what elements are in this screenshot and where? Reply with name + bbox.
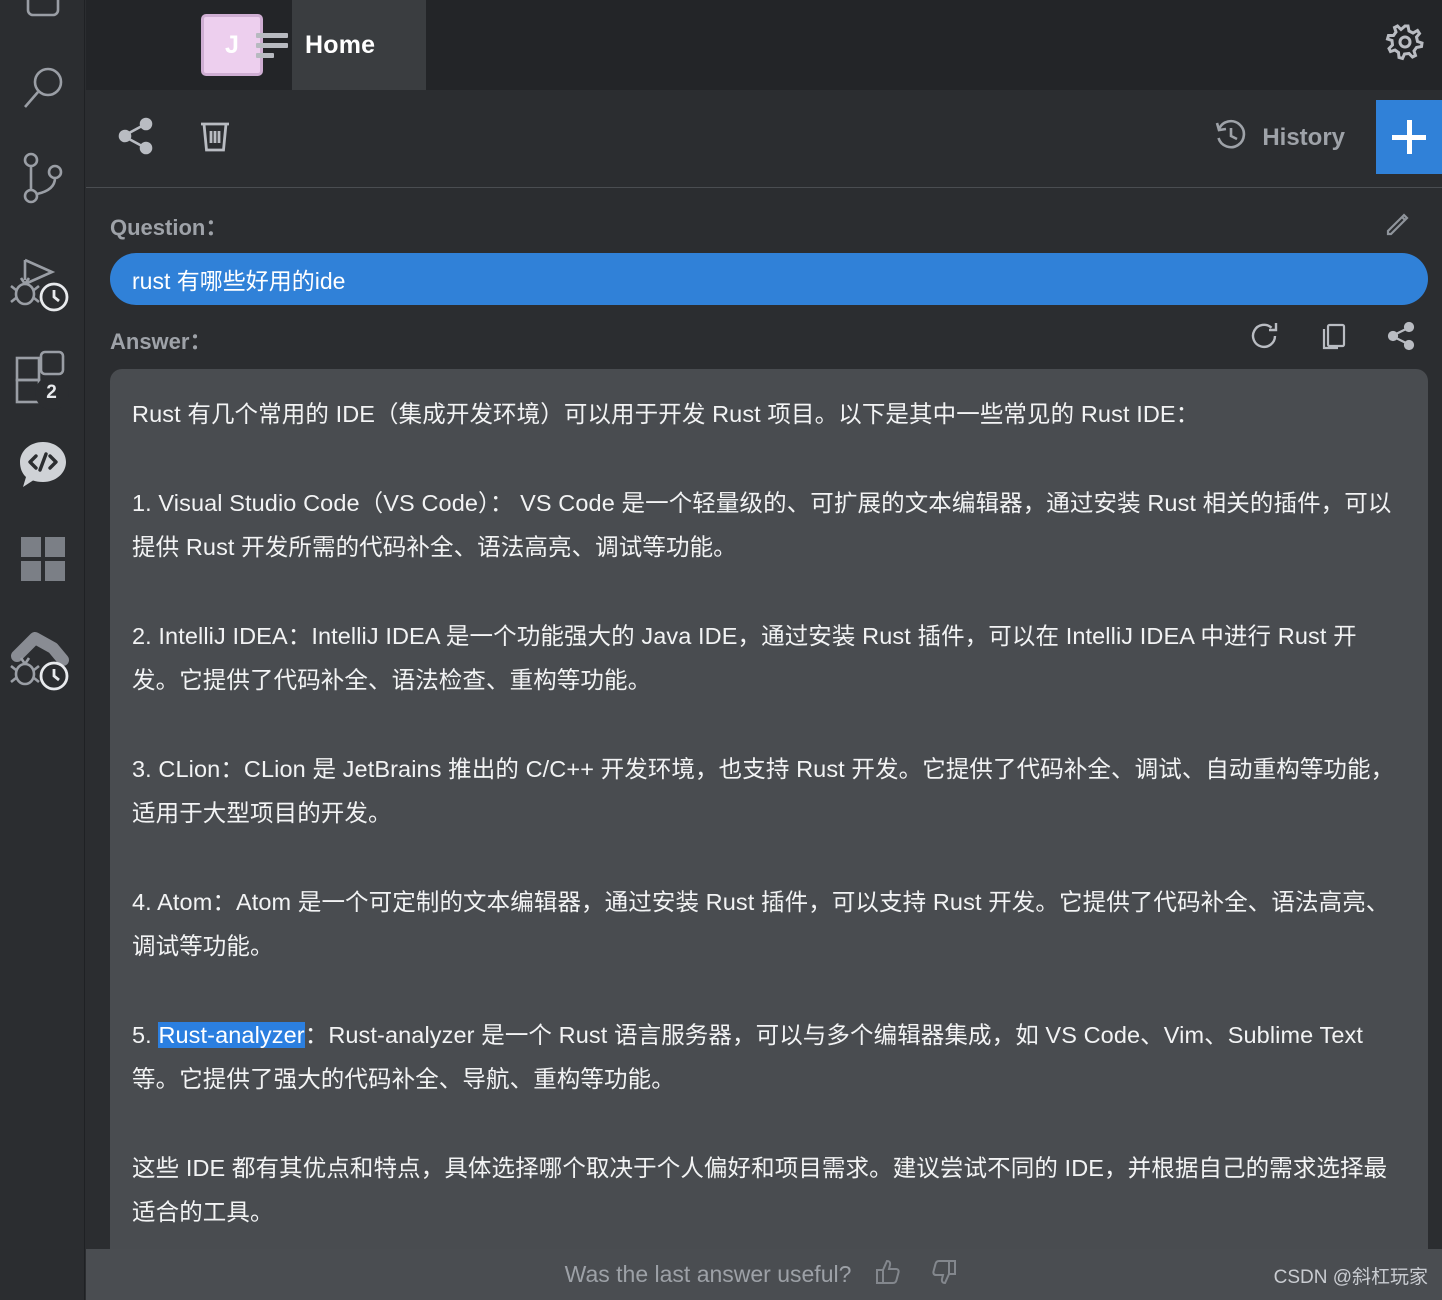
sidebar-item-project[interactable] [0,0,85,36]
feedback-bar: Was the last answer useful? [86,1249,1442,1300]
trash-icon [193,114,237,163]
share-answer-button[interactable] [1380,317,1422,359]
copy-icon [1317,320,1349,357]
sidebar-item-plugins[interactable]: 2 [0,336,85,416]
app-window: 2 J Home History Question： rust 有哪些好用的id… [0,0,1442,1300]
sidebar-item-search[interactable] [0,50,85,130]
answer-paragraph: 1. Visual Studio Code（VS Code）： VS Code … [132,489,1392,561]
history-label: History [1262,124,1345,151]
question-header: Question： [110,202,1428,250]
question-label: Question： [110,215,228,240]
edit-question-button[interactable] [1378,206,1418,246]
feedback-prompt: Was the last answer useful? [564,1261,852,1287]
question-text[interactable]: rust 有哪些好用的ide [110,253,1428,305]
history-button[interactable]: History [1214,112,1345,164]
sidebar-item-dashboard[interactable] [0,528,85,590]
sidebar-item-ai-chat[interactable] [0,430,85,500]
thumbs-up-button[interactable] [869,1256,907,1294]
share-icon [1384,319,1418,358]
answer-paragraph-rest: ：Rust-analyzer 是一个 Rust 语言服务器，可以与多个编辑器集成… [132,1021,1364,1093]
qa-area: Question： rust 有哪些好用的ide Answer： Rust 有几… [86,202,1442,1263]
chat-toolbar: History [86,90,1442,188]
plugins-icon: 2 [7,340,79,412]
rounded-rect-icon [20,0,66,29]
selected-text[interactable]: Rust-analyzer [158,1021,305,1048]
answer-label: Answer： [110,329,212,354]
tab-row: Home [256,0,375,90]
menu-icon[interactable] [256,32,288,58]
answer-actions [1244,317,1422,359]
avatar[interactable]: J [201,14,263,76]
grid-icon [19,535,67,583]
sidebar-item-run-debug-history[interactable] [0,246,85,326]
list-index: 5. [132,1021,159,1048]
watermark: CSDN @斜杠玩家 [1273,1267,1428,1288]
sidebar-item-vcs[interactable] [0,140,85,216]
answer-paragraph-highlighted: 5. Rust-analyzer：Rust-analyzer 是一个 Rust … [132,1013,1400,1102]
thumbs-down-icon [929,1257,959,1292]
pencil-icon [1383,209,1413,244]
answer-paragraph: Rust 有几个常用的 IDE（集成开发环境）可以用于开发 Rust 项目。以下… [132,401,1200,427]
plugins-badge: 2 [34,376,69,410]
answer-paragraph: 3. CLion：CLion 是 JetBrains 推出的 C/C++ 开发环… [132,755,1395,827]
refresh-icon [1249,320,1281,357]
answer-paragraph: 2. IntelliJ IDEA：IntelliJ IDEA 是一个功能强大的 … [132,622,1357,694]
thumbs-down-button[interactable] [925,1256,963,1294]
answer-paragraph: 4. Atom：Atom 是一个可定制的文本编辑器，通过安装 Rust 插件，可… [132,888,1390,960]
gear-icon [1385,22,1425,67]
share-icon [114,114,158,163]
copy-button[interactable] [1312,317,1354,359]
branch-icon [17,150,69,206]
window-tab-strip: J Home [86,0,1442,90]
run-debug-history-icon [7,250,79,322]
answer-header: Answer： [110,316,1428,364]
build-debug-history-icon [7,628,79,700]
history-clock-icon [1214,119,1248,158]
new-conversation-button[interactable] [1376,100,1442,174]
delete-conversation-button[interactable] [189,112,241,164]
code-chat-icon [15,437,71,493]
tab-home-label: Home [305,30,376,59]
answer-body[interactable]: Rust 有几个常用的 IDE（集成开发环境）可以用于开发 Rust 项目。以下… [110,369,1428,1263]
thumbs-up-icon [873,1257,903,1292]
tool-sidebar: 2 [0,0,85,1300]
sidebar-item-build-history[interactable] [0,624,85,704]
answer-paragraph: 这些 IDE 都有其优点和特点，具体选择哪个取决于个人偏好和项目需求。建议尝试不… [132,1154,1388,1226]
settings-button[interactable] [1381,20,1429,68]
regenerate-button[interactable] [1244,317,1286,359]
chat-panel: History Question： rust 有哪些好用的ide Answer：… [86,90,1442,1300]
search-icon [15,62,71,118]
share-conversation-button[interactable] [110,112,162,164]
